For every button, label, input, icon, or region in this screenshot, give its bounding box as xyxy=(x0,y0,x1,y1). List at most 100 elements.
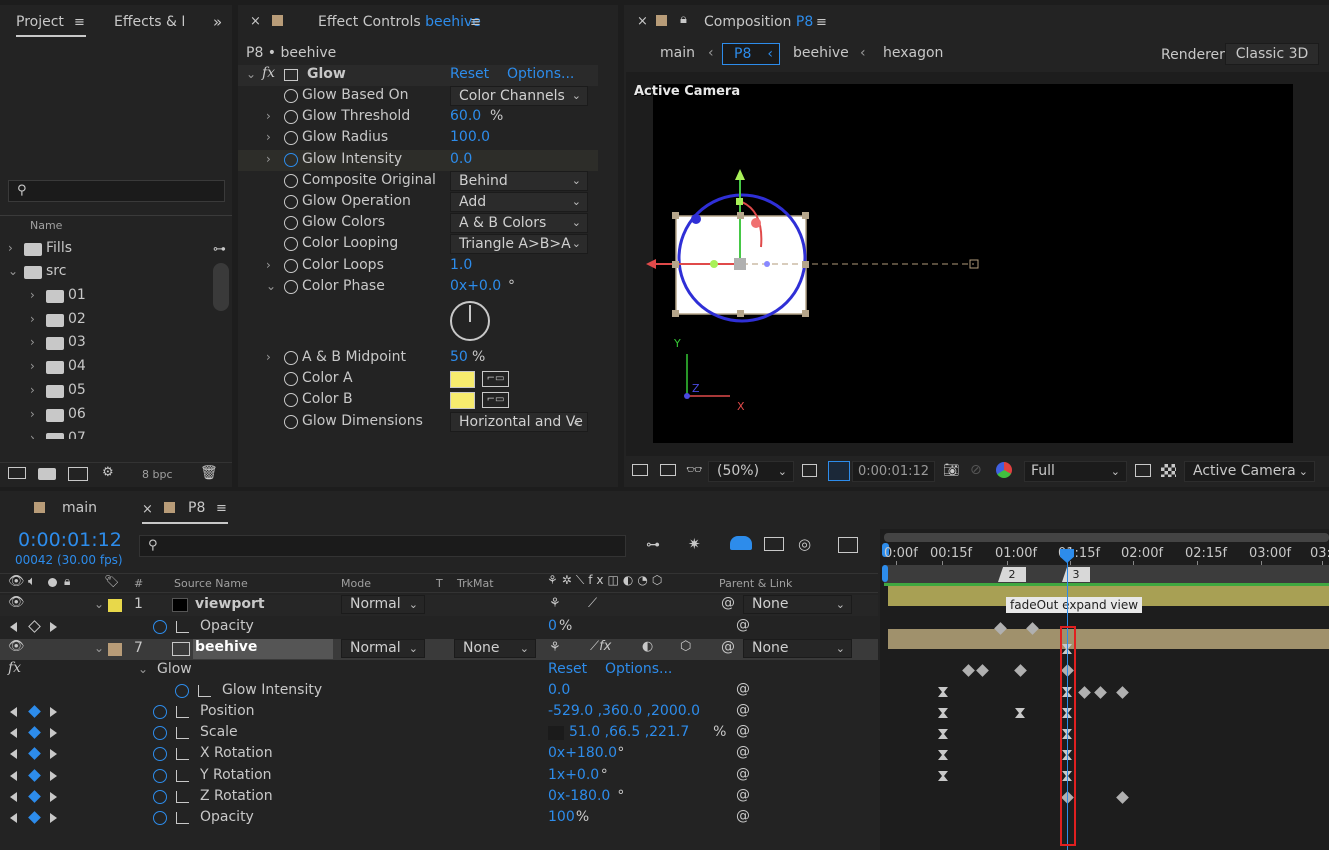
monitor-icon[interactable] xyxy=(660,464,676,476)
effect-property-row[interactable]: › Color Loops 1.0 xyxy=(238,256,598,277)
panel-menu-icon[interactable]: ≡ xyxy=(816,15,827,30)
eyedropper-icon[interactable]: ⌐▭ xyxy=(482,371,509,388)
mask-path-icon[interactable] xyxy=(828,461,850,481)
property-dropdown[interactable]: A & B Colors ⌄ xyxy=(450,213,588,234)
stopwatch-icon[interactable] xyxy=(153,768,167,783)
expression-pick-whip-icon[interactable]: @ xyxy=(736,681,750,697)
options-link[interactable]: Options... xyxy=(507,66,574,82)
chevron-down-icon[interactable]: ⌄ xyxy=(94,597,104,611)
motion-blur-switch-icon[interactable]: ◐ xyxy=(642,639,653,654)
eye-icon[interactable]: 👁︎ xyxy=(8,639,25,654)
panel-menu-icon[interactable]: ≡ xyxy=(216,501,227,516)
more-tabs-icon[interactable]: » xyxy=(213,13,222,31)
quality-switch-icon[interactable]: ⟋ xyxy=(588,596,597,611)
keyframe[interactable] xyxy=(1116,686,1129,699)
close-icon[interactable]: × xyxy=(142,502,153,517)
options-link[interactable]: Options... xyxy=(605,661,672,677)
snapshot-icon[interactable] xyxy=(632,464,648,476)
column-parent-link[interactable]: Parent & Link xyxy=(719,577,792,590)
resolution-grid-icon[interactable] xyxy=(802,464,817,477)
hold-keyframe[interactable] xyxy=(938,771,948,781)
effect-property-row[interactable]: › Glow Intensity 0.0 xyxy=(238,149,598,171)
property-dropdown[interactable]: Behind ⌄ xyxy=(450,170,588,191)
chevron-right-icon[interactable]: › xyxy=(266,130,271,144)
panel-menu-icon[interactable]: ≡ xyxy=(74,15,85,30)
pick-whip-icon[interactable]: @ xyxy=(721,639,735,655)
effect-group-row[interactable]: fx ⌄ Glow Reset Options... xyxy=(0,660,878,681)
stopwatch-icon[interactable] xyxy=(284,131,298,146)
stopwatch-icon[interactable] xyxy=(175,684,189,698)
collapse-switch-icon[interactable]: ⚘ xyxy=(549,640,561,655)
comp-timecode[interactable]: 0:00:01:12 xyxy=(852,461,935,482)
show-channel-icon[interactable]: ⊘ xyxy=(970,462,982,478)
stopwatch-icon[interactable] xyxy=(153,811,167,825)
prev-keyframe-icon[interactable] xyxy=(10,622,17,632)
channel-rgb-icon[interactable] xyxy=(996,462,1012,478)
color-swatch[interactable] xyxy=(450,371,475,389)
bpc-button[interactable]: 8 bpc xyxy=(142,468,173,481)
solo-icon[interactable] xyxy=(48,578,57,587)
stopwatch-icon[interactable] xyxy=(284,195,298,209)
property-value[interactable]: 60.0 xyxy=(450,108,481,124)
list-item[interactable]: › Fills xyxy=(0,239,210,260)
column-t[interactable]: T xyxy=(436,577,443,590)
stopwatch-icon[interactable] xyxy=(284,279,298,294)
prev-keyframe-icon[interactable] xyxy=(10,707,17,717)
graph-icon[interactable] xyxy=(176,748,189,761)
flowchart-settings-icon[interactable]: ⚙ xyxy=(102,465,114,480)
keyframe[interactable] xyxy=(1014,664,1027,677)
expression-pick-whip-icon[interactable]: @ xyxy=(736,702,750,718)
tab-effect-controls[interactable]: Effect Controls beehive xyxy=(318,14,481,30)
property-dropdown[interactable]: Triangle A>B>A ⌄ xyxy=(450,234,588,255)
column-mode[interactable]: Mode xyxy=(341,577,371,590)
keyframe[interactable] xyxy=(994,622,1007,635)
layer-gizmo[interactable]: Y Z X xyxy=(626,72,1329,456)
layer-row-beehive[interactable]: 👁︎ ⌄ 7 beehive Normal ⌄ None ⌄ ⚘ ⟋fx ◐ ⬡ @… xyxy=(0,639,878,660)
property-row[interactable]: Scale 51.0 ,66.5 ,221.7 % @ xyxy=(0,723,878,744)
next-keyframe-icon[interactable] xyxy=(50,791,57,802)
stopwatch-icon[interactable] xyxy=(284,216,298,231)
column-trkmat[interactable]: TrkMat xyxy=(457,577,494,590)
new-folder-icon[interactable] xyxy=(38,468,56,480)
layer-search-input[interactable]: ⚲ xyxy=(139,535,626,557)
property-value[interactable]: 0 xyxy=(548,618,557,634)
add-keyframe-icon[interactable] xyxy=(28,747,41,761)
stopwatch-icon[interactable] xyxy=(153,726,167,741)
prev-keyframe-icon[interactable] xyxy=(10,749,17,760)
stopwatch-icon[interactable] xyxy=(153,789,167,804)
crumb-main[interactable]: main xyxy=(660,45,695,61)
stopwatch-icon[interactable] xyxy=(284,152,298,167)
scrollbar[interactable] xyxy=(213,263,229,311)
stopwatch-icon[interactable] xyxy=(153,620,167,634)
eye-icon[interactable]: 👁︎ xyxy=(8,595,25,610)
keyframe[interactable] xyxy=(1026,622,1039,635)
color-phase-dial[interactable] xyxy=(450,301,490,341)
property-row[interactable]: Opacity 100 % @ xyxy=(0,808,878,829)
lock-icon[interactable] xyxy=(34,502,45,513)
property-value[interactable]: 1.0 xyxy=(450,257,472,273)
fx-icon[interactable]: fx xyxy=(262,65,275,81)
crumb-hexagon[interactable]: hexagon xyxy=(883,45,943,61)
color-swatch[interactable] xyxy=(450,392,475,410)
chevron-down-icon[interactable]: ⌄ xyxy=(138,662,148,676)
next-keyframe-icon[interactable] xyxy=(50,707,57,717)
column-hash[interactable]: # xyxy=(134,577,143,590)
camera-dropdown[interactable]: Active Camera ⌄ xyxy=(1184,461,1315,482)
stopwatch-icon[interactable] xyxy=(284,237,298,252)
graph-icon[interactable] xyxy=(176,727,189,740)
chevron-right-icon[interactable]: › xyxy=(266,350,271,364)
list-item[interactable]: › 05 xyxy=(0,381,210,402)
property-value[interactable]: 1x+0.0 xyxy=(548,767,599,783)
next-keyframe-icon[interactable] xyxy=(50,770,57,781)
prev-keyframe-icon[interactable] xyxy=(10,813,17,823)
stopwatch-icon[interactable] xyxy=(153,705,167,719)
property-value[interactable]: 100.0 xyxy=(450,129,490,145)
expression-pick-whip-icon[interactable]: @ xyxy=(736,766,750,782)
add-keyframe-icon[interactable] xyxy=(28,726,41,740)
property-dropdown[interactable]: Horizontal and Ve ⌄ xyxy=(450,411,588,432)
blend-mode-dropdown[interactable]: Normal ⌄ xyxy=(341,595,425,614)
property-value[interactable]: 50 xyxy=(450,349,468,365)
property-row[interactable]: Glow Intensity 0.0 @ xyxy=(0,681,878,702)
expression-pick-whip-icon[interactable]: @ xyxy=(736,744,750,760)
motion-blur-icon[interactable]: ◎ xyxy=(798,535,811,553)
